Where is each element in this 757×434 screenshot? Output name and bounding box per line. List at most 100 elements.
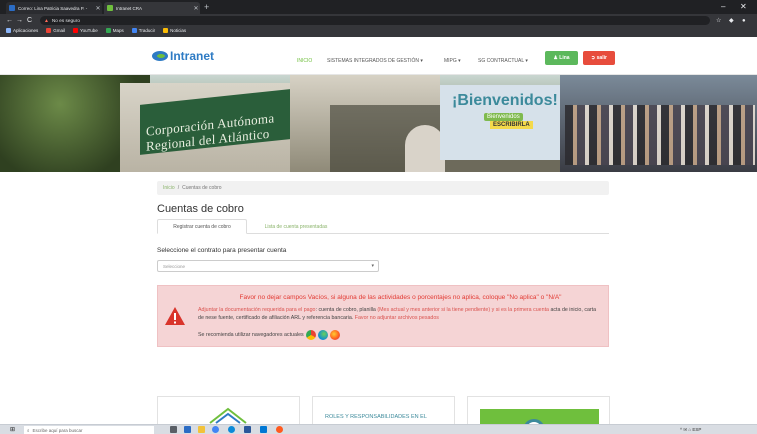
security-label: No es seguro: [51, 18, 80, 23]
user-menu-button[interactable]: ♟ Lina: [545, 51, 578, 65]
firefox-taskbar-icon[interactable]: [276, 426, 283, 433]
tab-lista-cuentas[interactable]: Lista de cuenta presentadas: [251, 219, 341, 234]
firefox-icon: [329, 330, 340, 340]
bookmark-news[interactable]: Noticias: [163, 28, 186, 33]
search-placeholder: Escribe aquí para buscar: [32, 427, 83, 433]
mail-favicon-icon: [9, 5, 15, 11]
site-header: Intranet INICIO SISTEMAS INTEGRADOS DE G…: [0, 37, 757, 75]
banner-crowd: [565, 105, 755, 165]
breadcrumb-separator: /: [177, 185, 180, 191]
new-tab-button[interactable]: +: [204, 2, 209, 12]
bookmark-label: Traducir: [138, 28, 156, 33]
link-card[interactable]: [467, 396, 610, 426]
edge-icon: [317, 330, 328, 340]
file-explorer-icon[interactable]: [198, 426, 205, 433]
task-view-icon[interactable]: [170, 426, 177, 433]
bookmark-label: Maps: [112, 28, 124, 33]
card-text: ROLES Y RESPONSABILIDADES EN EL: [325, 414, 427, 420]
warning-triangle-icon: [165, 307, 185, 325]
breadcrumb-current: Cuentas de cobro: [182, 185, 222, 191]
alert-body: Adjuntar la documentación requerida para…: [198, 306, 603, 322]
word-icon[interactable]: [244, 426, 251, 433]
tab-title: Intranet CRA: [116, 5, 143, 11]
bookmark-youtube[interactable]: YouTube: [73, 28, 98, 33]
system-tray: ^ ✉ ⌂ ESP: [680, 427, 702, 432]
chrome-icon: [305, 330, 316, 340]
bookmark-gmail[interactable]: Gmail: [46, 28, 65, 33]
tab-title: Correo: Lina Patricia Saavedra P. -: [18, 5, 88, 11]
youtube-icon: [73, 28, 79, 33]
browser-tab-mail[interactable]: Correo: Lina Patricia Saavedra P. - ✕: [6, 2, 102, 14]
alert-body-part: : cuenta de cobro, planilla: [315, 307, 378, 313]
banner-welcome-text: ¡Bienvenidos!: [452, 92, 558, 109]
translate-icon: [131, 28, 137, 33]
nav-sistemas-integrados[interactable]: SISTEMAS INTEGRADOS DE GESTIÓN ▾: [327, 58, 423, 64]
os-taskbar: ⊞ ⌕ Escribe aquí para buscar ^ ✉ ⌂ ESP: [0, 424, 757, 434]
warning-alert: Favor no dejar campos Vacíos, si alguna …: [157, 285, 609, 347]
back-button[interactable]: ←: [6, 16, 13, 25]
logo-text: Intranet: [170, 49, 215, 63]
forward-button[interactable]: →: [16, 16, 23, 25]
contract-select-label: Seleccione el contrato para presentar cu…: [157, 247, 287, 254]
browser-toolbar: ← → C ▲ No es seguro ☆ ◆ ● Aplicaciones …: [0, 14, 757, 37]
breadcrumb: Inicio / Cuentas de cobro: [157, 181, 609, 195]
reload-button[interactable]: C: [27, 16, 32, 25]
profile-avatar[interactable]: ●: [742, 17, 746, 25]
intranet-logo[interactable]: Intranet: [152, 50, 214, 62]
star-icon[interactable]: ☆: [716, 17, 721, 25]
edge-taskbar-icon[interactable]: [228, 426, 235, 433]
alert-body-part: Favor no adjuntar archivos pesados: [354, 315, 439, 321]
window-close-button[interactable]: ✕: [740, 1, 747, 12]
address-bar[interactable]: ▲ No es seguro: [40, 16, 710, 25]
browser-recommendation: Se recomienda utilizar navegadores actua…: [198, 330, 340, 340]
nav-inicio[interactable]: INICIO: [297, 58, 312, 64]
close-icon[interactable]: ✕: [192, 5, 200, 12]
warning-icon: ▲: [44, 17, 49, 24]
page-title: Cuentas de cobro: [157, 203, 244, 215]
alert-body-part: documentación requerida para el pago: [224, 307, 316, 313]
hero-banner: Corporación Autónoma Regional del Atlánt…: [0, 75, 757, 172]
user-name: Lina: [559, 55, 570, 61]
browser-note: Se recomienda utilizar navegadores actua…: [198, 332, 304, 338]
logo-mark-icon: [152, 51, 168, 61]
contract-select[interactable]: Seleccione ▾: [157, 260, 379, 272]
windows-start-button[interactable]: ⊞: [10, 427, 15, 433]
logout-label: salir: [596, 55, 607, 61]
bookmark-maps[interactable]: Maps: [105, 28, 124, 33]
maps-icon: [105, 28, 111, 33]
bookmark-label: Noticias: [170, 28, 187, 33]
banner-chip: Bienvenidos: [484, 113, 523, 121]
bookmarks-bar: Aplicaciones Gmail YouTube Maps Traducir…: [6, 26, 186, 35]
house-logo-icon: [209, 407, 247, 424]
gmail-icon: [46, 28, 52, 33]
apps-icon: [6, 28, 11, 33]
link-card[interactable]: [157, 396, 300, 426]
nav-sg-contractual[interactable]: SG CONTRACTUAL ▾: [478, 58, 528, 64]
breadcrumb-home[interactable]: Inicio: [163, 185, 175, 191]
close-icon[interactable]: ✕: [94, 5, 102, 12]
nav-mipg[interactable]: MIPG ▾: [444, 58, 461, 64]
content-tabs: Registrar cuenta de cobro Lista de cuent…: [157, 219, 609, 234]
logout-button[interactable]: ➲ salir: [583, 51, 615, 65]
bookmark-translate[interactable]: Traducir: [131, 28, 156, 33]
minimize-button[interactable]: –: [721, 1, 725, 12]
intranet-favicon-icon: [107, 5, 113, 11]
alert-title: Favor no dejar campos Vacíos, si alguna …: [239, 294, 562, 301]
chrome-taskbar-icon[interactable]: [212, 426, 219, 433]
extension-icon[interactable]: ◆: [729, 17, 734, 25]
browser-tab-bar: Correo: Lina Patricia Saavedra P. - ✕ In…: [0, 0, 757, 14]
bookmark-label: Aplicaciones: [13, 28, 39, 33]
link-card-roles[interactable]: ROLES Y RESPONSABILIDADES EN EL: [312, 396, 455, 426]
bookmark-label: Gmail: [53, 28, 66, 33]
banner-person: [405, 125, 445, 172]
taskbar-search[interactable]: ⌕ Escribe aquí para buscar: [24, 426, 154, 434]
screen: Correo: Lina Patricia Saavedra P. - ✕ In…: [0, 0, 757, 434]
alert-body-part: (Mes actual y mes anterior si la tiene p…: [377, 307, 549, 313]
tab-registrar-cuenta[interactable]: Registrar cuenta de cobro: [157, 219, 247, 234]
outlook-icon[interactable]: [260, 426, 267, 433]
browser-tab-intranet[interactable]: Intranet CRA ✕: [104, 2, 200, 14]
news-icon: [163, 28, 169, 33]
pen-icon[interactable]: [184, 426, 191, 433]
bookmark-apps[interactable]: Aplicaciones: [6, 28, 38, 33]
bookmark-label: YouTube: [80, 28, 98, 33]
